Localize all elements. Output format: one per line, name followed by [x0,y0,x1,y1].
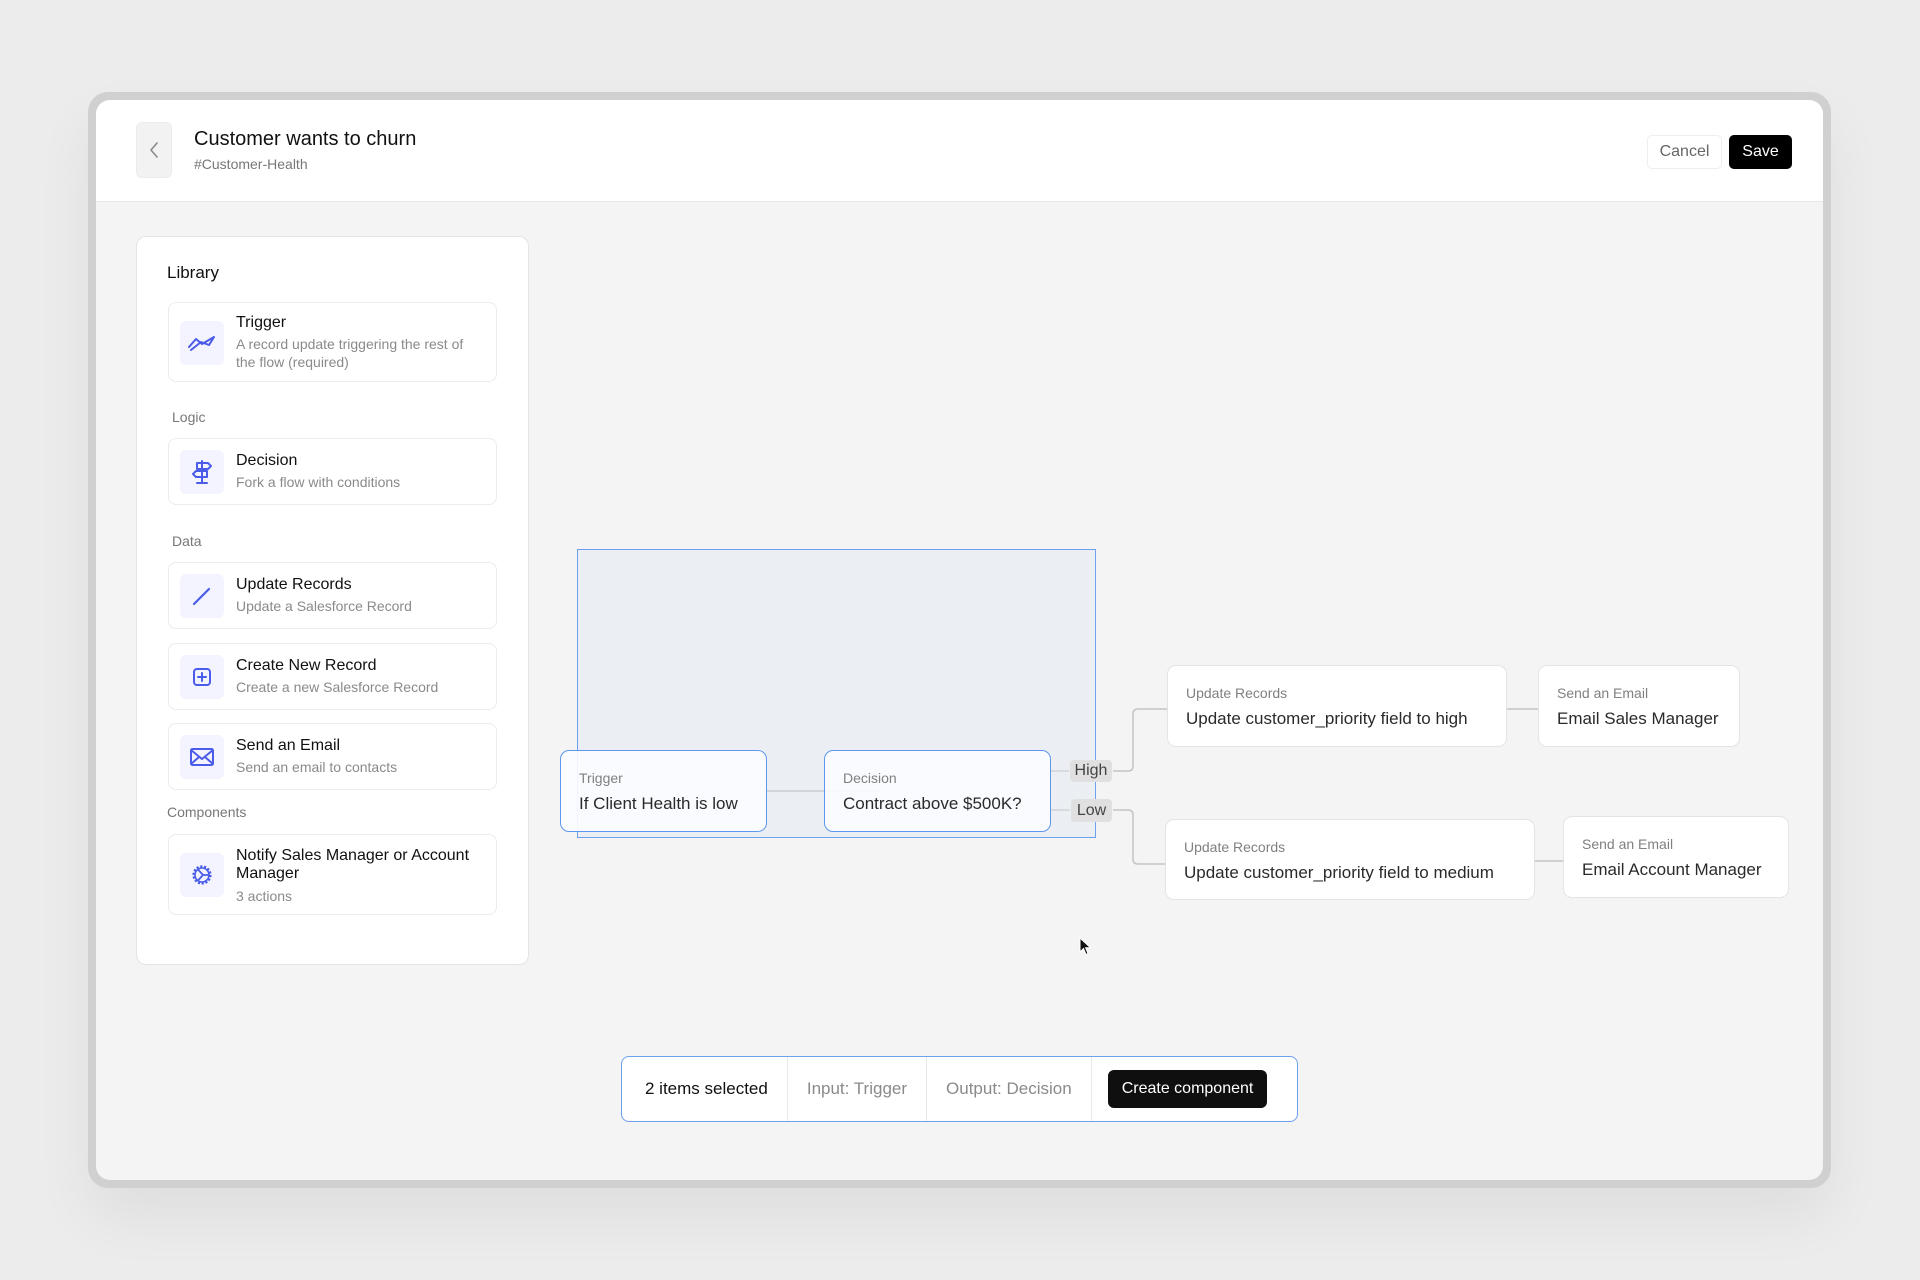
branch-badge-low[interactable]: Low [1071,799,1112,822]
page-title: Customer wants to churn [194,128,417,150]
connector-high-update [1113,708,1167,772]
node-update-medium[interactable]: Update Records Update customer_priority … [1165,819,1535,900]
back-button[interactable] [136,122,172,178]
node-type-label: Send an Email [1582,836,1674,852]
node-decision[interactable]: Decision Contract above $500K? [824,750,1051,832]
node-label: Update customer_priority field to medium [1184,863,1494,882]
selection-output-label: Output: Decision [927,1057,1092,1121]
chevron-left-icon [150,142,158,158]
node-type-label: Trigger [579,770,623,786]
selected-count: 2 items selected [622,1057,788,1121]
node-label: Email Account Manager [1582,860,1762,879]
selection-action-bar: 2 items selected Input: Trigger Output: … [621,1056,1298,1122]
node-email-sales-manager[interactable]: Send an Email Email Sales Manager [1538,665,1740,747]
node-type-label: Update Records [1186,685,1288,701]
mouse-cursor-icon [1079,937,1092,956]
node-trigger[interactable]: Trigger If Client Health is low [560,750,767,832]
branch-badge-high[interactable]: High [1070,760,1112,782]
create-component-button[interactable]: Create component [1107,1070,1268,1108]
node-email-account-manager[interactable]: Send an Email Email Account Manager [1563,816,1789,898]
header: Customer wants to churn #Customer-Health… [96,100,1823,202]
node-type-label: Update Records [1184,839,1286,855]
cancel-button[interactable]: Cancel [1647,135,1722,169]
node-type-label: Send an Email [1557,685,1649,701]
node-label: If Client Health is low [579,794,738,813]
flow-canvas[interactable]: Trigger If Client Health is low Decision… [96,203,1823,1180]
node-type-label: Decision [843,770,897,786]
node-update-high[interactable]: Update Records Update customer_priority … [1167,665,1507,747]
node-label: Email Sales Manager [1557,709,1719,728]
page-subtitle-tag: #Customer-Health [194,156,308,172]
connector-low-update [1113,809,1165,865]
selection-input-label: Input: Trigger [788,1057,928,1121]
node-label: Contract above $500K? [843,794,1022,813]
flow-editor-window: Customer wants to churn #Customer-Health… [96,100,1823,1180]
save-button[interactable]: Save [1729,135,1792,169]
node-label: Update customer_priority field to high [1186,709,1468,728]
